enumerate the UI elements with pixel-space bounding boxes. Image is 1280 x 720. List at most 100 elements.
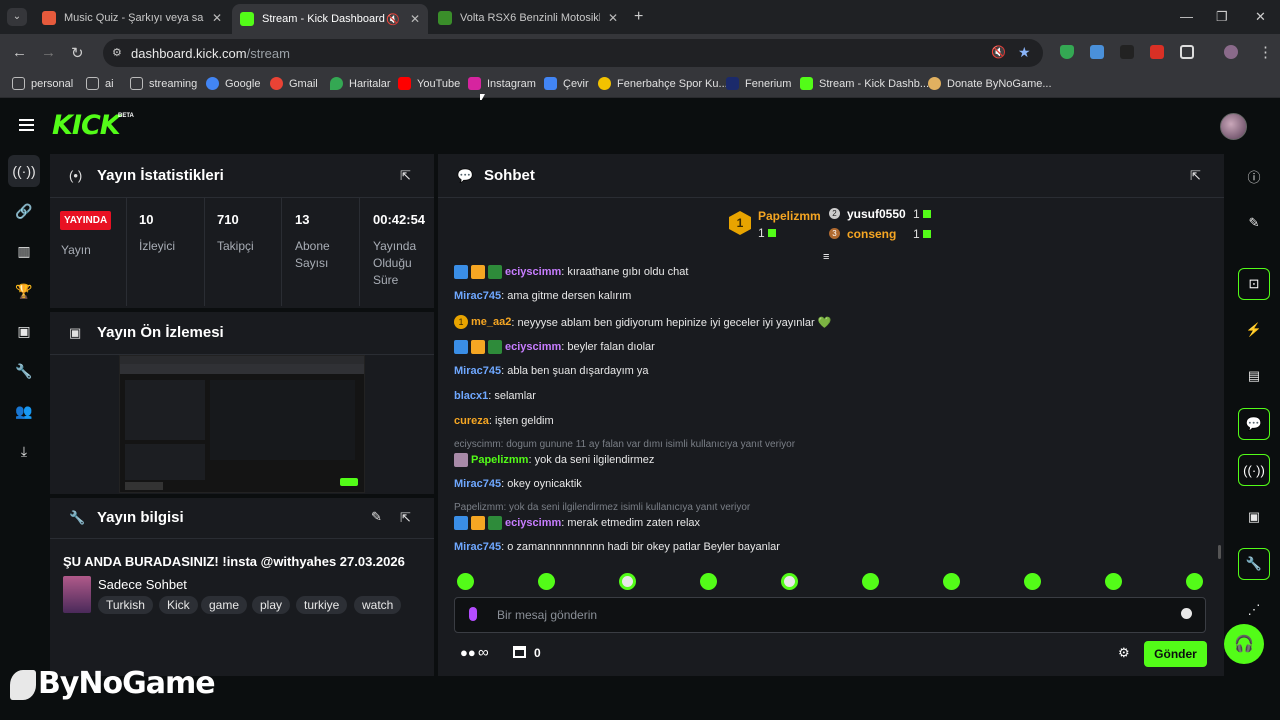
chat-message-input[interactable]: Bir mesaj gönderin: [454, 597, 1206, 633]
tab-volta[interactable]: Volta RSX6 Benzinli Motosiklet ✕: [430, 5, 626, 31]
chat-settings-icon[interactable]: ⚙: [1118, 645, 1130, 661]
chat-username[interactable]: cureza: [454, 415, 489, 427]
leader-1-name[interactable]: Papelizmm: [758, 209, 821, 223]
chat-username[interactable]: Mirac745: [454, 541, 501, 553]
stream-preview-thumbnail[interactable]: [119, 355, 365, 493]
dark-extension-icon[interactable]: [1120, 45, 1134, 59]
extensions-puzzle-icon[interactable]: [1180, 45, 1194, 59]
maximize-icon[interactable]: ❐: [1216, 9, 1228, 25]
chat-username[interactable]: eciyscimm: [505, 341, 561, 353]
help-headset-icon[interactable]: 🎧: [1224, 624, 1264, 664]
emote-icon[interactable]: [862, 573, 879, 590]
chat-username[interactable]: eciyscimm: [505, 266, 561, 278]
close-icon[interactable]: ✕: [608, 11, 618, 25]
emoji-icon[interactable]: [1181, 608, 1192, 619]
share-icon[interactable]: ⋰: [1238, 594, 1270, 626]
tag-chip[interactable]: Kick: [159, 596, 198, 614]
address-bar[interactable]: ⚙ dashboard.kick.com/stream 🔇 ★: [103, 39, 1043, 67]
tab-search-button[interactable]: ⌄: [7, 8, 27, 26]
minimize-icon[interactable]: —: [1180, 9, 1193, 24]
chat-username[interactable]: Papelizmm: [471, 454, 528, 466]
chat-username[interactable]: me_aa2: [471, 316, 511, 328]
emote-icon[interactable]: [457, 573, 474, 590]
chat-username[interactable]: eciyscimm: [505, 517, 561, 529]
emote-icon[interactable]: [700, 573, 717, 590]
shield-extension-icon[interactable]: [1060, 45, 1074, 59]
forward-icon[interactable]: →: [41, 44, 56, 61]
emote-icon[interactable]: [538, 573, 555, 590]
close-icon[interactable]: ✕: [410, 12, 420, 26]
reply-context[interactable]: Papelizmm: yok da seni ilgilendirmez isi…: [454, 502, 750, 513]
tag-chip[interactable]: turkiye: [296, 596, 348, 614]
chat-username[interactable]: blacx1: [454, 390, 488, 402]
popout-icon[interactable]: ⇱: [400, 168, 411, 184]
close-icon[interactable]: ✕: [212, 11, 222, 25]
chat-icon[interactable]: 💬: [1238, 408, 1270, 440]
browser-menu-icon[interactable]: ⋮: [1258, 43, 1273, 61]
microphone-icon[interactable]: [469, 607, 477, 621]
bookmark-instagram[interactable]: Instagram: [468, 77, 536, 90]
emote-icon[interactable]: [1024, 573, 1041, 590]
bookmark-cevir[interactable]: Çevir: [544, 77, 589, 90]
video-extension-icon[interactable]: [1150, 45, 1164, 59]
wrench-icon[interactable]: 🔧: [1238, 548, 1270, 580]
chat-username[interactable]: Mirac745: [454, 478, 501, 490]
emote-icon[interactable]: [1186, 573, 1203, 590]
popout-icon[interactable]: ⇱: [400, 510, 411, 526]
stream-icon[interactable]: ((·)): [8, 155, 40, 187]
bookmark-donate[interactable]: Donate ByNoGame...: [928, 77, 1052, 90]
store-icon[interactable]: [513, 646, 526, 658]
notes-icon[interactable]: ▤: [1238, 360, 1270, 392]
profile-avatar-icon[interactable]: [1224, 45, 1238, 59]
download-icon[interactable]: ⤓: [8, 435, 40, 467]
bookmark-fenerium[interactable]: Fenerium: [726, 77, 791, 90]
analytics-icon[interactable]: ▥: [8, 235, 40, 267]
site-info-icon[interactable]: ⚙: [112, 46, 122, 59]
leader-2-name[interactable]: yusuf0550: [847, 207, 906, 221]
video-icon[interactable]: ▣: [8, 315, 40, 347]
points-icon[interactable]: ●●: [460, 645, 476, 660]
category-name[interactable]: Sadece Sohbet: [98, 577, 187, 592]
wrench-icon[interactable]: 🔧: [8, 355, 40, 387]
avatar[interactable]: [1220, 113, 1247, 140]
tab-kick-dashboard[interactable]: Stream - Kick Dashboard 🔇 ✕: [232, 4, 428, 34]
emote-icon[interactable]: [1105, 573, 1122, 590]
info-icon[interactable]: ⓘ: [1238, 160, 1270, 192]
lightning-icon[interactable]: ⚡: [1238, 314, 1270, 346]
emote-icon[interactable]: [619, 573, 636, 590]
mute-icon[interactable]: 🔇: [386, 13, 400, 26]
edit-icon[interactable]: ✎: [371, 509, 382, 525]
bookmark-fenerbahce[interactable]: Fenerbahçe Spor Ku...: [598, 77, 728, 90]
popout-icon[interactable]: ⇱: [1190, 168, 1201, 184]
emote-icon[interactable]: [781, 573, 798, 590]
screenshot-icon[interactable]: ⊡: [1238, 268, 1270, 300]
back-icon[interactable]: ←: [12, 44, 27, 61]
tab-muted-icon[interactable]: 🔇: [991, 45, 1006, 59]
collapse-leaderboard-icon[interactable]: ≡: [823, 251, 829, 263]
trophy-icon[interactable]: 🏆: [8, 275, 40, 307]
bookmark-ai[interactable]: ai: [86, 77, 114, 90]
bookmark-kick-stream[interactable]: Stream - Kick Dashb...: [800, 77, 929, 90]
leader-3-name[interactable]: conseng: [847, 227, 896, 241]
reload-icon[interactable]: ↻: [71, 44, 84, 62]
bookmark-google[interactable]: Google: [206, 77, 260, 90]
bookmark-personal[interactable]: personal: [12, 77, 73, 90]
bookmark-streaming[interactable]: streaming: [130, 77, 197, 90]
translate-extension-icon[interactable]: [1090, 45, 1104, 59]
tag-chip[interactable]: play: [252, 596, 291, 614]
tag-chip[interactable]: watch: [354, 596, 402, 614]
send-button[interactable]: Gönder: [1144, 641, 1207, 667]
link-icon[interactable]: 🔗: [8, 195, 40, 227]
tag-chip[interactable]: Turkish: [98, 596, 153, 614]
bookmark-haritalar[interactable]: Haritalar: [330, 77, 391, 90]
chat-scrollbar[interactable]: [1218, 545, 1221, 559]
tag-chip[interactable]: game: [201, 596, 248, 614]
tab-music-quiz[interactable]: Music Quiz - Şarkıyı veya sanatç ✕: [34, 5, 230, 31]
bookmark-gmail[interactable]: Gmail: [270, 77, 318, 90]
window-close-icon[interactable]: ✕: [1255, 9, 1266, 25]
reply-context[interactable]: eciyscimm: dogum gunune 11 ay falan var …: [454, 439, 795, 450]
community-icon[interactable]: 👥: [8, 395, 40, 427]
edit-icon[interactable]: ✎: [1238, 207, 1270, 239]
menu-icon[interactable]: [19, 119, 34, 131]
video-settings-icon[interactable]: ▣: [1238, 501, 1270, 533]
